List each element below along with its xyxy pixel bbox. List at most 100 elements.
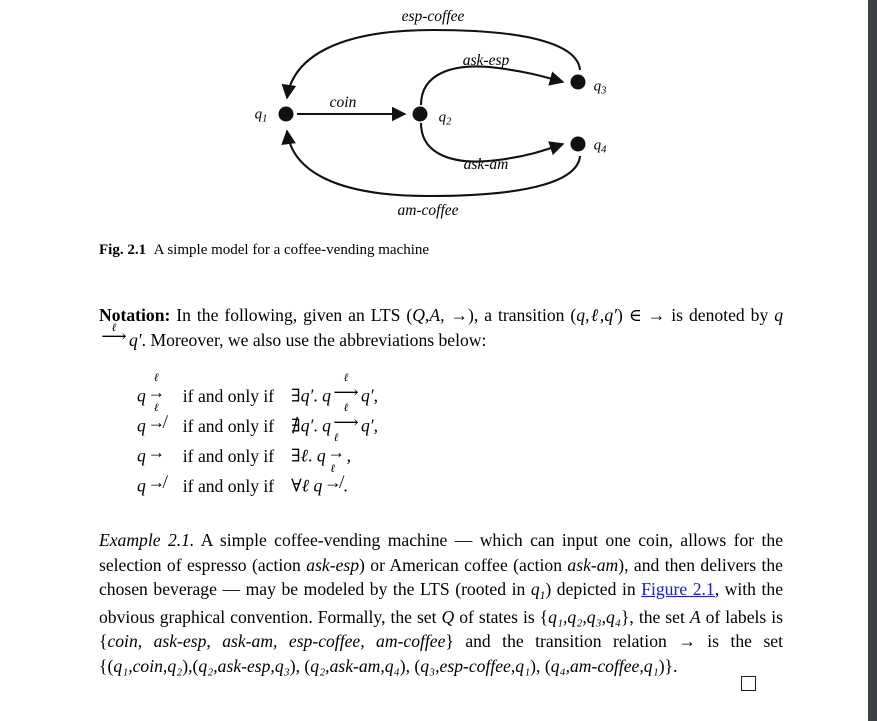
example-transition-3: q₂,ask-am,q₄ — [310, 655, 400, 676]
abbrev-connector: if and only if — [182, 385, 275, 406]
labelled-arrow: → — [146, 444, 167, 462]
example-transition-2: q₂,ask-esp,q₃ — [198, 655, 290, 676]
notation-denoted-q: q — [774, 305, 783, 325]
abbrev-punct: , — [373, 415, 379, 436]
node-label-q1: q1 — [254, 106, 268, 125]
abbrev-dot: . — [313, 385, 323, 406]
node-q2-dot — [412, 106, 428, 122]
arrow-glyph: ⟶ — [333, 412, 359, 433]
example-t6: of states is { — [454, 606, 549, 627]
abbrev-lhs: q ℓ → — [137, 372, 183, 414]
abbrev-punct: , — [373, 385, 379, 406]
example-sep-2: ), ( — [289, 655, 311, 676]
example-transition-1: q₁,coin,q₂ — [113, 655, 183, 676]
figure-caption: Fig. 2.1 A simple model for a coffee-ven… — [99, 241, 779, 260]
notation-line1-b: ) ∈ → is — [616, 305, 684, 325]
abbrev-q: q — [137, 445, 146, 466]
example-sep-4: ), ( — [530, 655, 551, 676]
abbrev-rhs-tail: q′ — [360, 415, 374, 436]
abbreviation-row: q ℓ → if and only if ∃q′. q ℓ ⟶ q′, — [137, 372, 379, 414]
arrow-glyph: ⟶ — [333, 382, 359, 402]
abbrev-connector: if and only if — [182, 415, 275, 436]
example-t4: ) depicted in — [545, 579, 642, 600]
labelled-arrow: ℓ → — [146, 372, 167, 402]
lts-diagram-svg — [278, 28, 586, 198]
labelled-arrow: ℓ ↛ — [322, 463, 343, 493]
notation-lts-arrow: , →), a transition ( — [440, 305, 577, 325]
figure-lts-diagram: q1 q2 q3 q4 coin ask-esp ask-am esp-coff… — [0, 0, 868, 232]
notation-line2-a: denoted by — [689, 305, 775, 325]
notation-line1-a: In the following, given an LTS ( — [170, 305, 413, 325]
abbrev-punct: . — [343, 475, 348, 496]
example-t2: ) or American coffee (action — [359, 554, 568, 575]
notation-heading: Notation: — [99, 305, 171, 325]
abbrev-var: q′ — [300, 415, 314, 436]
abbrev-dot: . — [313, 415, 323, 436]
example-heading: Example 2.1. — [99, 530, 195, 550]
notation-lts-Q: Q — [412, 305, 425, 325]
labelled-arrow-notation: ℓ ⟶ — [99, 322, 129, 346]
node-label-q2: q2 — [438, 109, 452, 128]
labelled-arrow: ℓ ⟶ — [331, 372, 361, 402]
abbrev-q: q — [137, 475, 146, 496]
edge-am-coffee-path — [281, 129, 582, 198]
example-labels-set: coin, ask-esp, ask-am, esp-coffee, am-co… — [107, 631, 446, 652]
abbrev-rhs: ∃q′. q ℓ ⟶ q′, — [291, 372, 379, 414]
example-transition-end: )}. — [658, 655, 678, 676]
abbrev-lhs: q ↛ — [137, 474, 183, 504]
example-t7: }, the set — [620, 606, 690, 627]
edge-label-coin: coin — [329, 94, 357, 111]
abbrev-dot: . — [308, 445, 317, 466]
abbrev-rhs: ∀ℓ q ℓ ↛. — [291, 463, 378, 504]
abbrev-connector: if and only if — [182, 475, 275, 496]
labelled-arrow: ℓ ⟶ — [331, 402, 361, 433]
figure-caption-text: A simple model for a coffee-vending mach… — [153, 242, 430, 258]
abbrev-connector: if and only if — [182, 445, 275, 466]
abbrev-var: q′ — [300, 385, 314, 406]
abbrev-rhs-q: q — [322, 415, 331, 436]
figure-caption-number: Fig. 2.1 — [99, 242, 147, 258]
abbrev-lhs: q ℓ ↛ — [137, 402, 183, 444]
edge-ask-esp-path — [419, 65, 565, 106]
example-transition-4: q₃,esp-coffee,q₁ — [420, 655, 531, 676]
arrow-glyph: → — [147, 382, 166, 402]
abbrev-quantifier: ∃ — [291, 445, 301, 466]
arrow-glyph: → — [147, 442, 166, 463]
abbrev-rhs-q: q — [313, 475, 323, 496]
edge-label-am-coffee: am-coffee — [397, 202, 459, 219]
edge-label-esp-coffee: esp-coffee — [401, 8, 465, 25]
abbrev-quantifier: ∄ — [291, 415, 301, 436]
abbrev-var: ℓ — [300, 445, 309, 466]
labelled-arrow: ℓ → — [326, 432, 347, 463]
node-q1-dot — [278, 106, 294, 122]
arrow-glyph: ↛ — [324, 472, 342, 493]
arrow-glyph: → — [327, 442, 345, 463]
example-root-state: q1 — [530, 579, 546, 603]
labelled-arrow: ↛ — [146, 474, 167, 492]
example-states-set: q₁,q₂,q₃,q₄ — [548, 606, 621, 627]
abbrev-q: q — [137, 415, 146, 436]
example-sep-1: ),( — [182, 655, 199, 676]
labelled-arrow: ℓ ↛ — [146, 402, 167, 432]
abbreviations-block: q ℓ → if and only if ∃q′. q ℓ ⟶ q′, q ℓ ↛ if an… — [137, 372, 379, 504]
example-action-ask-am: ask-am — [567, 554, 619, 575]
notation-lts-A: A — [429, 305, 441, 325]
edge-esp-coffee-path — [281, 28, 582, 100]
example-paragraph: Example 2.1. A simple coffee-vending mac… — [99, 528, 783, 679]
abbreviation-row: q ℓ ↛ if and only if ∄q′. q ℓ ⟶ q′, — [137, 402, 379, 444]
abbrev-rhs-q: q — [322, 385, 331, 406]
abbrev-punct: , — [346, 445, 352, 466]
node-q3-dot — [570, 74, 586, 90]
node-label-q3: q3 — [593, 78, 607, 97]
abbrev-rhs-tail: q′ — [360, 385, 374, 406]
node-q4-dot — [570, 136, 586, 152]
node-label-q4: q4 — [593, 137, 607, 156]
figure-reference-link[interactable]: Figure 2.1 — [641, 579, 715, 599]
notation-trans-q: q — [576, 305, 586, 325]
notation-trans-ell: ℓ — [589, 305, 600, 325]
arrow-glyph: ↛ — [147, 472, 166, 493]
example-action-ask-esp: ask-esp — [306, 554, 360, 575]
abbreviation-row: q ↛ if and only if ∀ℓ q ℓ ↛. — [137, 463, 378, 504]
end-of-proof-marker — [741, 676, 756, 691]
abbrev-quantifier: ∃ — [291, 385, 301, 406]
